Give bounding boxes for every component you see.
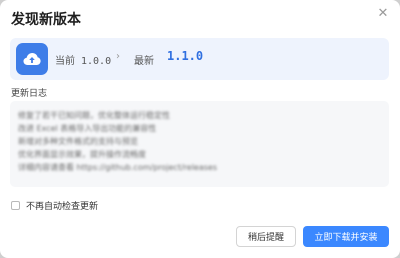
new-version-value: 1.1.0 bbox=[167, 49, 204, 63]
current-version: 当前 1.0.0 bbox=[55, 52, 111, 67]
auto-check-label: 不再自动检查更新 bbox=[26, 202, 99, 212]
changelog-line: 优化界面显示效果，提升操作流畅度 bbox=[18, 150, 146, 159]
new-version-label: 最新 bbox=[134, 56, 154, 67]
changelog-line: 改进 Excel 表格导入导出功能的兼容性 bbox=[18, 124, 157, 133]
changelog-line: 详细内容请查看 https://github.com/project/relea… bbox=[18, 163, 217, 172]
cloud-upload-icon bbox=[16, 43, 48, 75]
changelog-line: 修复了若干已知问题，优化整体运行稳定性 bbox=[18, 111, 170, 120]
changelog-box: 修复了若干已知问题，优化整体运行稳定性 改进 Excel 表格导入导出功能的兼容… bbox=[10, 101, 389, 187]
chevron-right-icon: › bbox=[116, 51, 120, 62]
install-now-button[interactable]: 立即下载并安装 bbox=[303, 226, 389, 247]
auto-check-checkbox[interactable] bbox=[11, 201, 20, 210]
update-dialog: 发现新版本 ✕ 当前 1.0.0 › 最新 1.1.0 更新日志 修复了若干已知问… bbox=[0, 0, 400, 258]
dialog-title: 发现新版本 bbox=[11, 12, 81, 28]
auto-check-option[interactable]: 不再自动检查更新 bbox=[11, 199, 98, 212]
current-version-value: 1.0.0 bbox=[81, 56, 112, 67]
close-icon[interactable]: ✕ bbox=[376, 7, 390, 21]
changelog-title: 更新日志 bbox=[11, 89, 48, 99]
version-card: 当前 1.0.0 › 最新 1.1.0 bbox=[10, 38, 389, 80]
remind-later-button[interactable]: 稍后提醒 bbox=[236, 226, 296, 247]
changelog-line: 新增对多种文件格式的支持与预览 bbox=[18, 137, 138, 146]
current-version-label: 当前 bbox=[55, 56, 75, 67]
